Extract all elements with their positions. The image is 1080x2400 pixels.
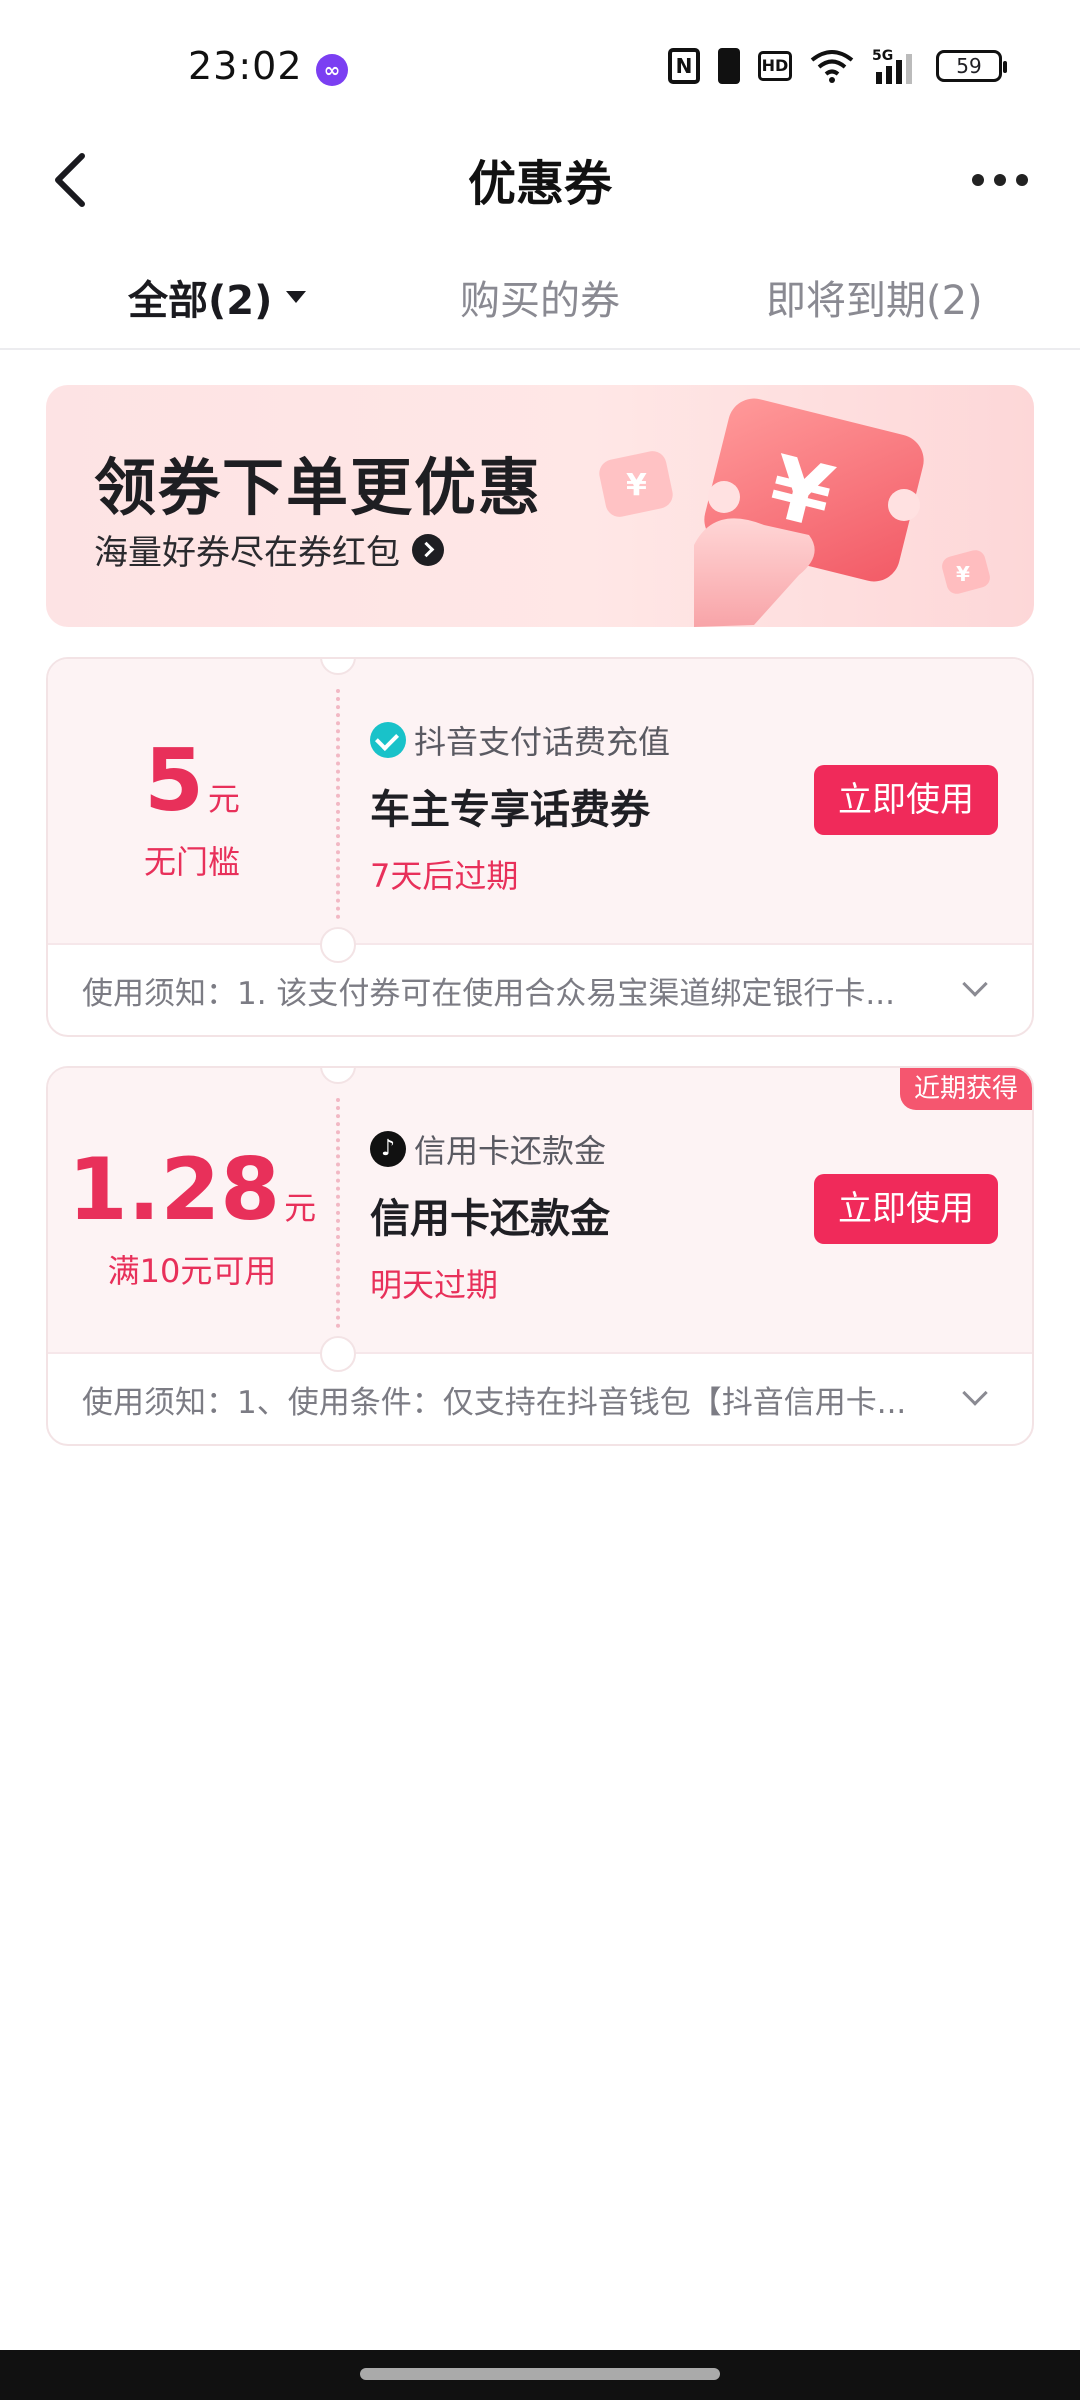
dotted-divider <box>336 1098 340 1328</box>
usage-notice-text: 使用须知：1. 该支付券可在使用合众易宝渠道绑定银行卡... <box>82 975 895 1012</box>
coupon-card: 5元 无门槛 抖音支付话费充值 车主专享话费券 7天后过期 立即使用 使用须知：… <box>46 657 1034 1037</box>
coupon-body: 5元 无门槛 抖音支付话费充值 车主专享话费券 7天后过期 立即使用 <box>48 659 1032 963</box>
usage-notice[interactable]: 使用须知：1、使用条件：仅支持在抖音钱包【抖音信用卡... <box>48 1354 1032 1444</box>
amount-unit: 元 <box>207 780 240 818</box>
amount-number: 1.28 <box>67 1140 281 1240</box>
coupon-amount: 5元 <box>48 731 336 831</box>
recent-badge: 近期获得 <box>899 1068 1032 1110</box>
coupon-condition: 满10元可用 <box>107 1252 277 1290</box>
tab-all[interactable]: 全部(2) <box>128 268 307 326</box>
banner-title: 领券下单更优惠 <box>94 451 543 524</box>
coupon-page: 23:02 ∞ N HD 5G 59 优惠券 全部(2) 购买的券 即将到期(2… <box>0 0 1080 2400</box>
status-bar: 23:02 ∞ N HD 5G 59 <box>0 0 1080 130</box>
coupon-expiry: 7天后过期 <box>370 857 519 895</box>
amount-unit: 元 <box>284 1189 317 1227</box>
tab-purchased[interactable]: 购买的券 <box>460 268 620 326</box>
svg-text:¥: ¥ <box>956 562 970 586</box>
coupon-name: 车主专享话费券 <box>370 787 650 833</box>
more-dot-icon <box>1016 174 1028 186</box>
vibrate-icon <box>718 48 740 84</box>
coupon-condition: 无门槛 <box>143 843 240 881</box>
home-indicator[interactable] <box>360 2368 720 2380</box>
banner-subtitle: 海量好券尽在券红包 <box>94 533 400 573</box>
nfc-icon: N <box>668 48 700 84</box>
chevron-down-icon[interactable] <box>962 971 988 997</box>
more-options-button[interactable] <box>960 150 1040 210</box>
coupon-tabs: 全部(2) 购买的券 即将到期(2) <box>0 250 1080 350</box>
arrow-right-circle-icon <box>412 533 444 566</box>
coupon-body: 1.28 元 满10元可用 近期获得 ♪ 信用卡还款金 信用卡还款金 明天过期 立… <box>48 1068 1032 1372</box>
tab-label: 全部(2) <box>128 278 273 324</box>
dotted-divider <box>336 689 340 919</box>
more-dot-icon <box>972 174 984 186</box>
coupon-name: 信用卡还款金 <box>370 1196 610 1242</box>
promo-banner[interactable]: 领券下单更优惠 海量好券尽在券红包 ¥ ¥ ¥ <box>46 385 1034 627</box>
check-badge-icon <box>370 722 406 758</box>
use-now-button[interactable]: 立即使用 <box>814 765 998 835</box>
banner-link[interactable]: 海量好券尽在券红包 <box>94 525 444 574</box>
coupon-ticket-illustration: ¥ ¥ ¥ <box>599 398 990 627</box>
usage-notice[interactable]: 使用须知：1. 该支付券可在使用合众易宝渠道绑定银行卡... <box>48 945 1032 1035</box>
chevron-down-icon[interactable] <box>962 1380 988 1406</box>
coupon-expiry: 明天过期 <box>370 1266 499 1304</box>
tab-expiring-soon[interactable]: 即将到期(2) <box>766 268 983 326</box>
page-title: 优惠券 <box>467 156 612 212</box>
douyin-logo-icon: ♪ <box>370 1131 406 1167</box>
status-time: 23:02 <box>188 44 303 88</box>
battery-icon: 59 <box>936 50 1007 82</box>
svg-text:¥: ¥ <box>626 468 647 503</box>
coupon-source: ♪ 信用卡还款金 <box>370 1126 610 1172</box>
system-navigation-bar <box>0 2350 1080 2400</box>
svg-text:5G: 5G <box>872 48 893 64</box>
coupon-value: 1.28 元 满10元可用 <box>48 1068 336 1354</box>
coupon-source-label: 抖音支付话费充值 <box>414 723 671 761</box>
coupon-info: 抖音支付话费充值 车主专享话费券 7天后过期 <box>370 717 670 897</box>
dropdown-caret-icon <box>286 291 307 303</box>
app-header: 优惠券 <box>0 130 1080 250</box>
coupon-source-label: 信用卡还款金 <box>414 1132 607 1170</box>
coupon-amount: 1.28 元 <box>48 1140 336 1240</box>
coupon-card: 1.28 元 满10元可用 近期获得 ♪ 信用卡还款金 信用卡还款金 明天过期 立… <box>46 1066 1034 1446</box>
more-dot-icon <box>994 174 1006 186</box>
coupon-info: ♪ 信用卡还款金 信用卡还款金 明天过期 <box>370 1126 610 1306</box>
hd-icon: HD <box>758 51 792 81</box>
amount-number: 5 <box>144 731 204 831</box>
cellular-signal-icon: 5G <box>872 46 918 86</box>
wifi-icon <box>810 46 854 86</box>
app-notification-icon: ∞ <box>316 54 348 86</box>
use-now-button[interactable]: 立即使用 <box>814 1174 998 1244</box>
status-icons: N HD 5G 59 <box>668 46 1007 86</box>
coupon-value: 5元 无门槛 <box>48 659 336 945</box>
usage-notice-text: 使用须知：1、使用条件：仅支持在抖音钱包【抖音信用卡... <box>82 1384 907 1421</box>
coupon-source: 抖音支付话费充值 <box>370 717 670 763</box>
